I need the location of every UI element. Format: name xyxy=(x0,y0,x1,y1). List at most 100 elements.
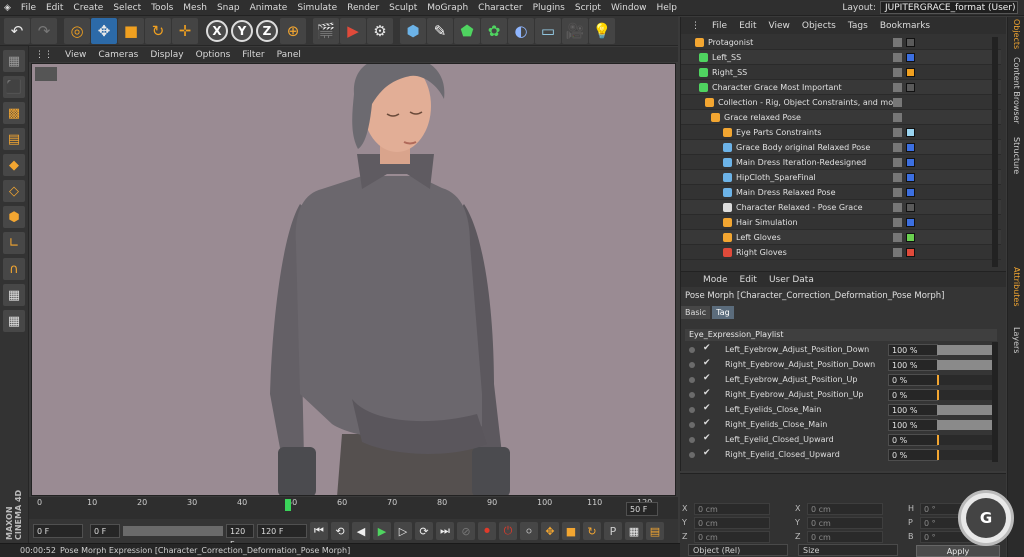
object-layer-icon[interactable] xyxy=(893,158,902,167)
playhead-marker[interactable] xyxy=(285,499,291,511)
z-axis-lock-button[interactable]: Z xyxy=(256,19,278,42)
camera-icon[interactable]: 🎥 xyxy=(562,17,588,44)
move-tool-icon[interactable]: ✥ xyxy=(91,17,117,44)
cube-primitive-icon[interactable]: ⬢ xyxy=(400,17,426,44)
size-mode-dropdown[interactable]: Size xyxy=(798,544,898,556)
menu-select[interactable]: Select xyxy=(109,3,147,13)
scale-tool-icon[interactable]: ■ xyxy=(118,17,144,44)
play-forward-icon[interactable]: ▶ xyxy=(373,522,391,540)
menu-snap[interactable]: Snap xyxy=(213,3,246,13)
parameter-slider[interactable] xyxy=(937,405,997,415)
undo-icon[interactable]: ↶ xyxy=(4,17,30,44)
menu-plugins[interactable]: Plugins xyxy=(529,3,571,13)
apply-button[interactable]: Apply xyxy=(916,545,1000,557)
parameter-slider[interactable] xyxy=(937,450,997,460)
rotation-key-icon[interactable]: ↻ xyxy=(583,522,601,540)
coordinate-value-field[interactable]: 0 cm xyxy=(694,503,770,515)
parameter-enable-checkbox[interactable]: ✔ xyxy=(703,343,711,353)
viewport-menu-panel[interactable]: Panel xyxy=(271,50,307,60)
parameter-key-icon[interactable]: P xyxy=(604,522,622,540)
menu-render[interactable]: Render xyxy=(343,3,385,13)
parameter-value-field[interactable]: 0 % xyxy=(888,434,938,446)
light-icon[interactable]: 💡 xyxy=(589,17,615,44)
parameter-enable-checkbox[interactable]: ✔ xyxy=(703,418,711,428)
spline-pen-icon[interactable]: ✎ xyxy=(427,17,453,44)
object-layer-icon[interactable] xyxy=(893,173,902,182)
om-menu-view[interactable]: View xyxy=(763,21,796,31)
object-layer-icon[interactable] xyxy=(893,218,902,227)
keyframe-selection-icon[interactable]: ⚪ xyxy=(520,522,538,540)
menu-sculpt[interactable]: Sculpt xyxy=(385,3,423,13)
next-frame-icon[interactable]: ▷ xyxy=(394,522,412,540)
go-to-start-icon[interactable]: ⏮ xyxy=(310,522,328,540)
object-layer-icon[interactable] xyxy=(893,143,902,152)
object-layer-icon[interactable] xyxy=(893,233,902,242)
object-tree[interactable]: Protagonist Left_SS Right_SS Character Grac… xyxy=(681,35,1001,271)
animation-key-dot[interactable] xyxy=(689,392,695,398)
attribute-manager-scrollbar[interactable] xyxy=(992,342,998,462)
animation-key-dot[interactable] xyxy=(689,362,695,368)
viewport-menu-cameras[interactable]: Cameras xyxy=(92,50,144,60)
om-menu-edit[interactable]: Edit xyxy=(733,21,762,31)
object-layer-icon[interactable] xyxy=(893,248,902,257)
animation-key-dot[interactable] xyxy=(689,407,695,413)
om-menu-file[interactable]: File xyxy=(706,21,733,31)
object-tree-row[interactable]: Eye Parts Constraints xyxy=(681,125,1001,140)
menu-window[interactable]: Window xyxy=(607,3,653,13)
parameter-value-field[interactable]: 0 % xyxy=(888,374,938,386)
make-editable-icon[interactable]: ▦ xyxy=(3,50,25,72)
model-mode-icon[interactable]: ⬛ xyxy=(3,76,25,98)
menu-script[interactable]: Script xyxy=(571,3,607,13)
menu-create[interactable]: Create xyxy=(69,3,109,13)
attribute-group-header[interactable]: Eye_Expression_Playlist xyxy=(685,329,997,341)
menu-tools[interactable]: Tools xyxy=(147,3,179,13)
workplane-icon[interactable]: ▤ xyxy=(3,128,25,150)
parameter-slider[interactable] xyxy=(937,420,997,430)
points-mode-icon[interactable]: ◆ xyxy=(3,154,25,176)
coordinate-value-field[interactable]: 0 cm xyxy=(807,517,883,529)
coordinate-value-field[interactable]: 0 cm xyxy=(807,531,883,543)
timeline-ruler[interactable]: 0102030405060708090100110120 xyxy=(29,497,678,519)
object-manager-scrollbar[interactable] xyxy=(992,37,998,267)
animation-key-dot[interactable] xyxy=(689,347,695,353)
menu-mograph[interactable]: MoGraph xyxy=(423,3,474,13)
subdivision-surface-icon[interactable]: ⬟ xyxy=(454,17,480,44)
am-menu-user-data[interactable]: User Data xyxy=(763,275,820,285)
add-object-icon[interactable]: ✛ xyxy=(172,17,198,44)
coordinate-system-icon[interactable]: ⊕ xyxy=(280,17,306,44)
mograph-cloner-icon[interactable]: ✿ xyxy=(481,17,507,44)
parameter-value-field[interactable]: 100 % xyxy=(888,404,938,416)
animation-key-dot[interactable] xyxy=(689,452,695,458)
rotate-tool-icon[interactable]: ↻ xyxy=(145,17,171,44)
object-tree-row[interactable]: Main Dress Relaxed Pose xyxy=(681,185,1001,200)
point-level-animation-icon[interactable]: ▦ xyxy=(625,522,643,540)
preview-range-slider[interactable] xyxy=(123,526,223,536)
edges-mode-icon[interactable]: ◇ xyxy=(3,180,25,202)
am-menu-mode[interactable]: Mode xyxy=(697,275,734,285)
object-layer-icon[interactable] xyxy=(893,128,902,137)
parameter-enable-checkbox[interactable]: ✔ xyxy=(703,433,711,443)
object-tree-row[interactable]: Grace relaxed Pose xyxy=(681,110,1001,125)
parameter-slider[interactable] xyxy=(937,360,997,370)
object-tree-row[interactable]: HipCloth_SpareFinal xyxy=(681,170,1001,185)
polygons-mode-icon[interactable]: ⬢ xyxy=(3,206,25,228)
current-frame-field[interactable]: 50 F xyxy=(626,502,658,516)
object-layer-icon[interactable] xyxy=(893,113,902,122)
axis-mode-icon[interactable]: ∟ xyxy=(3,232,25,254)
snap-magnet-icon[interactable]: ∩ xyxy=(3,258,25,280)
go-to-end-icon[interactable]: ⏭ xyxy=(436,522,454,540)
lock-workplane-icon[interactable]: ▦ xyxy=(3,284,25,306)
object-tree-row[interactable]: Collection - Rig, Object Constraints, an… xyxy=(681,95,1001,110)
parameter-value-field[interactable]: 100 % xyxy=(888,344,938,356)
menu-character[interactable]: Character xyxy=(474,3,528,13)
end-frame-field[interactable]: 120 F xyxy=(257,524,307,538)
animation-key-dot[interactable] xyxy=(689,377,695,383)
record-inactive-icon[interactable]: ⊘ xyxy=(457,522,475,540)
parameter-value-field[interactable]: 0 % xyxy=(888,449,938,461)
object-layer-icon[interactable] xyxy=(893,203,902,212)
parameter-value-field[interactable]: 100 % xyxy=(888,359,938,371)
attribute-tab-tag[interactable]: Tag xyxy=(712,306,734,319)
parameter-slider[interactable] xyxy=(937,375,997,385)
scale-key-icon[interactable]: ■ xyxy=(562,522,580,540)
scene-floor-icon[interactable]: ▭ xyxy=(535,17,561,44)
